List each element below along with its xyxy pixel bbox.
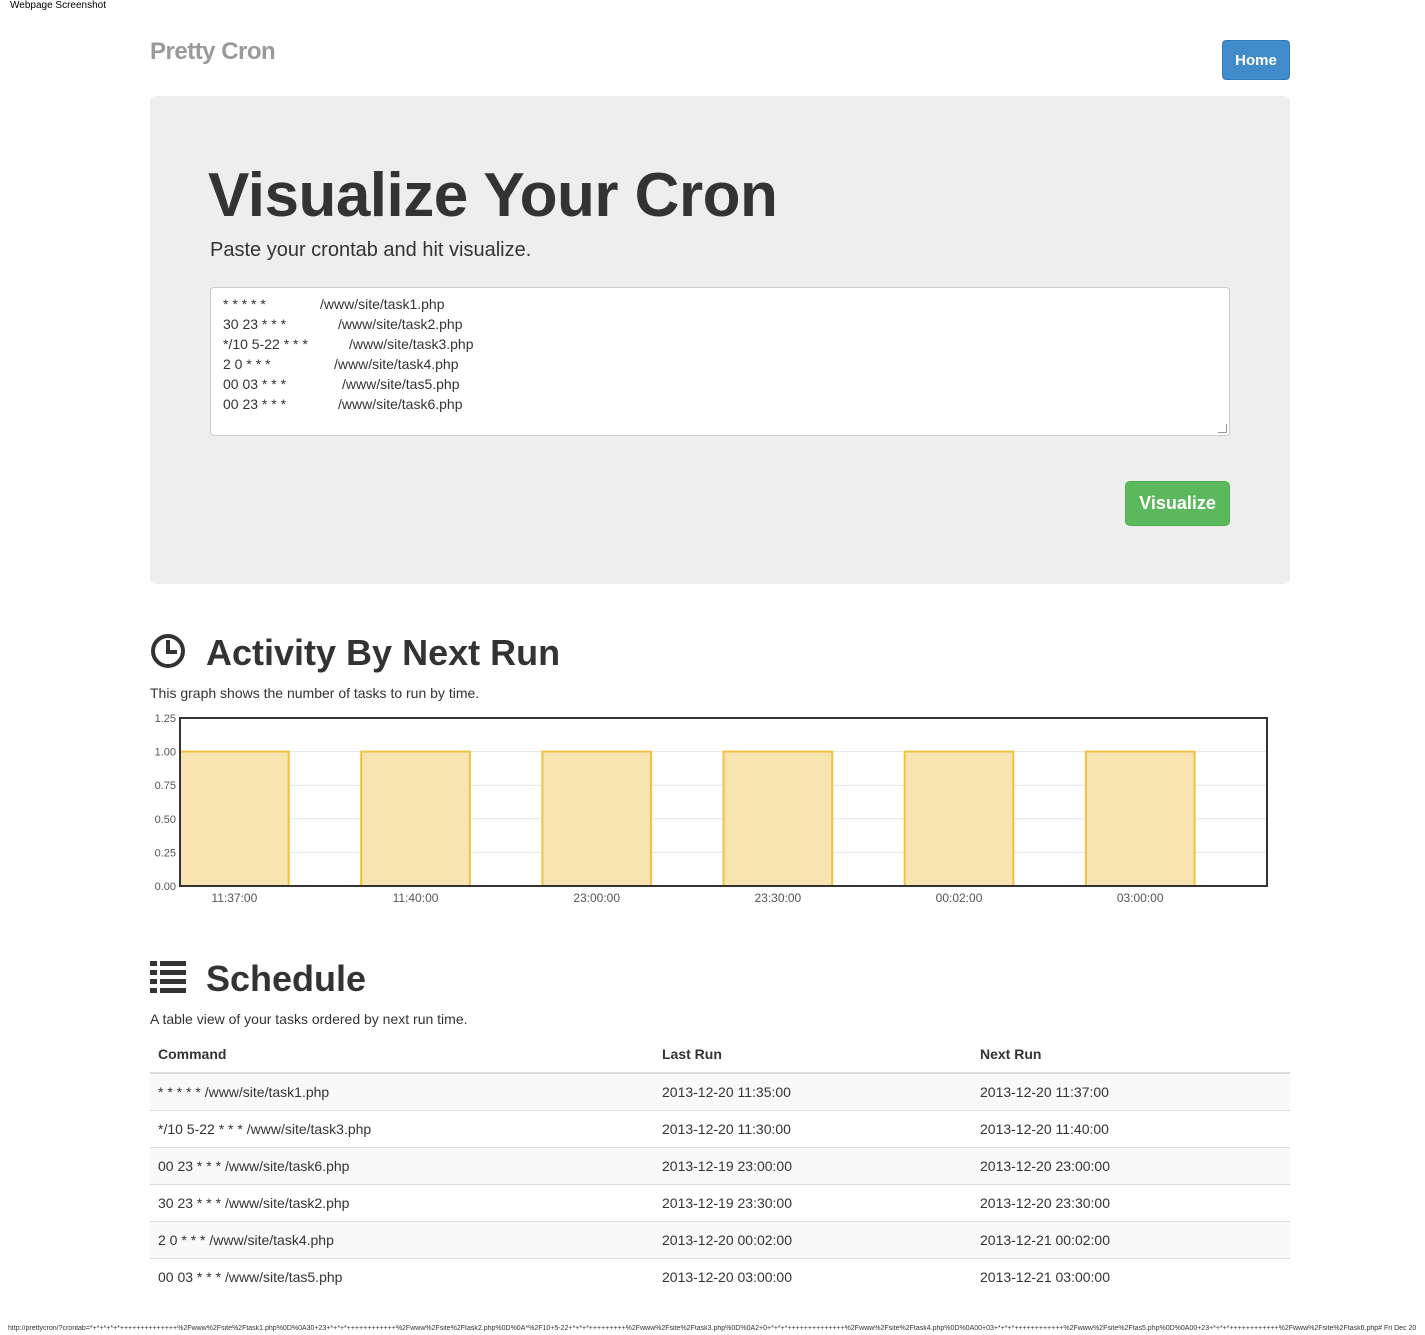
chart-bar — [541, 750, 653, 887]
cron-command: /www/site/task1.php — [320, 296, 445, 312]
last-run-cell: 2013-12-19 23:00:00 — [654, 1147, 972, 1185]
schedule-heading: Schedule — [150, 958, 366, 1000]
chart-bar — [903, 750, 1015, 887]
cron-command: /www/site/tas5.php — [342, 376, 460, 392]
cron-expression: 00 03 * * * — [223, 376, 287, 392]
command-cell: 2 0 * * * /www/site/task4.php — [150, 1221, 654, 1259]
schedule-title: Schedule — [206, 958, 367, 999]
cron-expression: 30 23 * * * — [223, 316, 287, 332]
screenshot-label: Webpage Screenshot — [10, 0, 106, 11]
crontab-line: */10 5-22 * * * /www/site/task3.php — [223, 334, 1217, 354]
next-run-cell: 2013-12-20 23:00:00 — [972, 1147, 1290, 1185]
activity-description: This graph shows the number of tasks to … — [150, 685, 480, 701]
last-run-cell: 2013-12-20 03:00:00 — [654, 1258, 972, 1295]
crontab-line: 2 0 * * * /www/site/task4.php — [223, 354, 1217, 374]
cron-expression: */10 5-22 * * * — [223, 336, 308, 352]
y-tick-label: 0.25 — [155, 847, 176, 859]
last-run-cell: 2013-12-20 11:35:00 — [654, 1072, 972, 1111]
list-icon — [150, 959, 186, 1000]
command-cell: * * * * * /www/site/task1.php — [150, 1072, 654, 1111]
x-tick-label: 11:40:00 — [393, 891, 439, 905]
next-run-cell: 2013-12-20 11:40:00 — [972, 1110, 1290, 1148]
table-row: 00 23 * * * /www/site/task6.php 2013-12-1… — [150, 1147, 1290, 1185]
command-cell: 00 03 * * * /www/site/tas5.php — [150, 1258, 654, 1295]
cron-command: /www/site/task4.php — [334, 356, 459, 372]
resize-handle[interactable] — [1218, 424, 1227, 433]
visualize-button[interactable]: Visualize — [1125, 481, 1230, 526]
chart-bar — [1084, 750, 1196, 887]
table-row: 00 03 * * * /www/site/tas5.php 2013-12-20… — [150, 1258, 1290, 1295]
table-header-row: Command Last Run Next Run — [150, 1036, 1290, 1074]
table-row: */10 5-22 * * * /www/site/task3.php 2013-… — [150, 1110, 1290, 1148]
chart-bar — [179, 750, 290, 887]
crontab-line: * * * * * /www/site/task1.php — [223, 294, 1217, 314]
crontab-textarea[interactable]: * * * * * /www/site/task1.php 30 23 * * * /… — [210, 287, 1230, 436]
hero-subtitle: Paste your crontab and hit visualize. — [210, 239, 532, 261]
activity-heading: Activity By Next Run — [150, 632, 560, 674]
chart-bar — [722, 750, 834, 887]
y-tick-label: 0.00 — [155, 881, 176, 893]
clock-icon — [150, 633, 186, 674]
chart-bar — [360, 750, 471, 887]
last-run-cell: 2013-12-19 23:30:00 — [654, 1184, 972, 1222]
y-tick-label: 1.25 — [155, 713, 176, 725]
column-header-command: Command — [150, 1036, 654, 1074]
next-run-cell: 2013-12-21 00:02:00 — [972, 1221, 1290, 1259]
cron-expression: * * * * * — [223, 296, 266, 312]
table-row: 30 23 * * * /www/site/task2.php 2013-12-1… — [150, 1184, 1290, 1222]
cron-command: /www/site/task3.php — [349, 336, 474, 352]
next-run-cell: 2013-12-20 23:30:00 — [972, 1184, 1290, 1222]
y-tick-label: 1.00 — [155, 747, 176, 759]
last-run-cell: 2013-12-20 00:02:00 — [654, 1221, 972, 1259]
command-cell: 00 23 * * * /www/site/task6.php — [150, 1147, 654, 1185]
cron-expression: 00 23 * * * — [223, 396, 287, 412]
crontab-line: 30 23 * * * /www/site/task2.php — [223, 314, 1217, 334]
brand-logo[interactable]: Pretty Cron — [150, 38, 276, 66]
activity-chart: 0.00 0.25 0.50 0.75 1.00 1.25 11:37:00 11:40:00… — [155, 713, 1268, 905]
home-button[interactable]: Home — [1222, 40, 1290, 80]
column-header-last-run: Last Run — [654, 1036, 972, 1074]
cron-command: /www/site/task6.php — [338, 396, 463, 412]
cron-expression: 2 0 * * * — [223, 356, 271, 372]
x-tick-label: 03:00:00 — [1117, 891, 1164, 905]
table-row: 2 0 * * * /www/site/task4.php 2013-12-20 … — [150, 1221, 1290, 1259]
command-cell: */10 5-22 * * * /www/site/task3.php — [150, 1110, 654, 1148]
crontab-line: 00 03 * * * /www/site/tas5.php — [223, 374, 1217, 394]
x-tick-label: 00:02:00 — [936, 891, 983, 905]
schedule-description: A table view of your tasks ordered by ne… — [150, 1011, 468, 1027]
hero-title: Visualize Your Cron — [208, 161, 778, 230]
schedule-table: Command Last Run Next Run * * * * * /www… — [150, 1036, 1290, 1295]
y-tick-label: 0.75 — [155, 780, 176, 792]
x-tick-label: 11:37:00 — [211, 891, 257, 905]
x-tick-label: 23:30:00 — [754, 891, 801, 905]
table-row: * * * * * /www/site/task1.php 2013-12-20 … — [150, 1072, 1290, 1111]
x-tick-label: 23:00:00 — [573, 891, 620, 905]
command-cell: 30 23 * * * /www/site/task2.php — [150, 1184, 654, 1222]
y-tick-label: 0.50 — [155, 814, 176, 826]
hero-panel: Visualize Your Cron Paste your crontab a… — [150, 96, 1290, 584]
next-run-cell: 2013-12-20 11:37:00 — [972, 1072, 1290, 1111]
page-url-footer: http://prettycron/?crontab=*+*+*+*+*++++… — [8, 1325, 1418, 1332]
column-header-next-run: Next Run — [972, 1036, 1290, 1074]
crontab-line: 00 23 * * * /www/site/task6.php — [223, 394, 1217, 414]
cron-command: /www/site/task2.php — [338, 316, 463, 332]
next-run-cell: 2013-12-21 03:00:00 — [972, 1258, 1290, 1295]
last-run-cell: 2013-12-20 11:30:00 — [654, 1110, 972, 1148]
activity-title: Activity By Next Run — [206, 632, 561, 673]
